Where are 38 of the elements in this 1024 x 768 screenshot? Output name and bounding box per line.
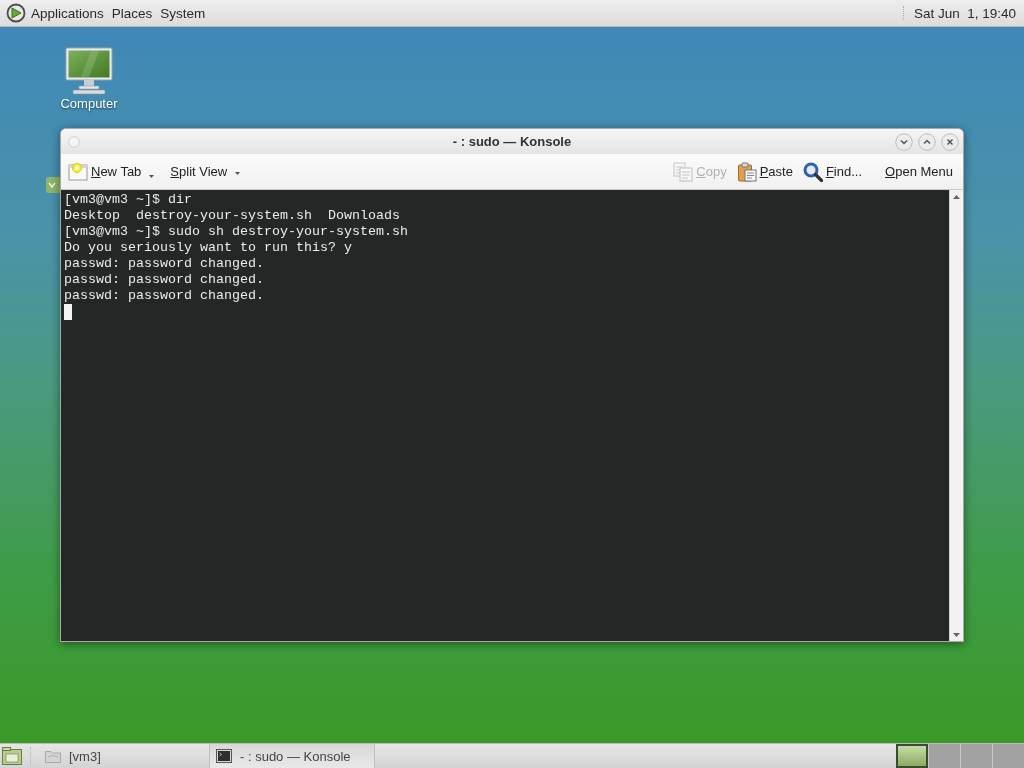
menu-item[interactable]: Places [111,5,153,21]
terminal-line: passwd: password changed. [64,288,264,304]
menu-item[interactable]: Applications [31,5,104,21]
maximize-icon[interactable] [918,132,936,151]
search-icon [802,161,823,182]
taskbar-button[interactable]: [vm3] [39,744,205,768]
terminal-icon [216,749,232,763]
monitor-icon[interactable] [65,47,113,95]
terminal-line: Desktop destroy-your-system.sh Downloads [64,208,400,224]
split-view-button[interactable]: Split View [169,161,256,182]
workspace-button[interactable] [896,744,928,768]
new-tab-button[interactable]: New Tab [67,158,170,185]
terminal-line: [vm3@vm3 ~]$ sudo sh destroy-your-system.sh [64,224,408,240]
taskbar-button[interactable]: - : sudo — Konsole [209,744,375,768]
down-arrow-icon[interactable] [953,633,960,637]
scrollbar[interactable] [949,190,963,641]
icon-label: Computer [60,96,118,111]
caret-icon [149,174,155,178]
find-button[interactable]: Find... [801,158,872,185]
show-desktop-icon[interactable] [2,747,22,765]
folder-icon [45,749,61,763]
terminal-line: passwd: password changed. [64,272,264,288]
caret-icon [235,172,241,175]
logo-icon[interactable] [6,3,26,23]
clock[interactable]: Sat Jun 1, 19:40 [913,5,1016,21]
terminal-line: Do you seriously want to run this? y [64,240,352,256]
tile-icon[interactable] [46,177,60,193]
terminal-line: [vm3@vm3 ~]$ dir [64,192,192,208]
terminal-line: passwd: password changed. [64,256,264,272]
open-menu-button[interactable]: Open Menu [871,161,959,182]
menu-item[interactable]: System [160,5,206,21]
minimize-icon[interactable] [895,132,913,151]
close-icon[interactable] [941,132,959,151]
copy-icon [673,161,694,182]
paste-button[interactable]: Paste [735,158,802,185]
window-title: - : sudo — Konsole [452,134,572,149]
clipboard-icon [736,161,757,182]
up-arrow-icon[interactable] [953,195,960,199]
